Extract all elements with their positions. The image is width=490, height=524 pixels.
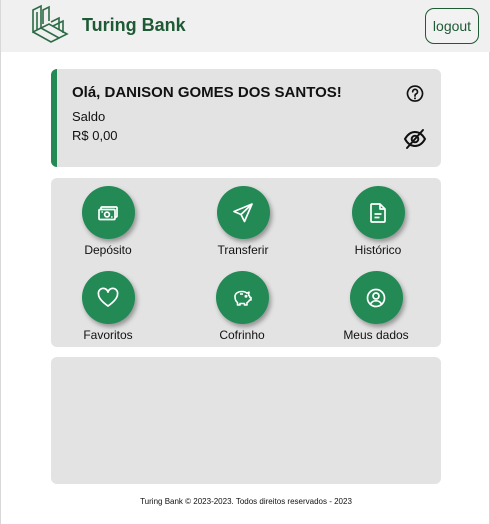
my-data-label: Meus dados: [343, 328, 409, 342]
balance-label: Saldo: [72, 109, 106, 124]
deposit-action[interactable]: Depósito: [53, 186, 163, 266]
actions-panel: Depósito Transferir Histórico Favoritos …: [51, 178, 441, 347]
piggy-bank-action[interactable]: Cofrinho: [187, 271, 297, 351]
document-icon: [370, 202, 386, 223]
footer-text: Turing Bank © 2023-2023. Todos direitos …: [140, 497, 352, 506]
favorites-action[interactable]: Favoritos: [53, 271, 163, 351]
money-icon: [98, 205, 118, 220]
transfer-button[interactable]: [216, 186, 270, 239]
logout-button[interactable]: logout: [425, 8, 479, 44]
deposit-label: Depósito: [84, 243, 132, 257]
turing-bank-logo-icon: [32, 4, 69, 43]
piggy-bank-icon: [234, 290, 252, 306]
eye-off-icon[interactable]: [403, 127, 427, 151]
transfer-action[interactable]: Transferir: [188, 186, 298, 266]
favorites-button[interactable]: [81, 271, 135, 324]
history-button[interactable]: [351, 186, 405, 239]
favorites-label: Favoritos: [83, 328, 133, 342]
piggy-bank-button[interactable]: [215, 271, 269, 324]
piggy-bank-label: Cofrinho: [219, 328, 265, 342]
history-action[interactable]: Histórico: [323, 186, 433, 266]
content-panel: [51, 357, 441, 484]
my-data-action[interactable]: Meus dados: [321, 271, 431, 351]
brand-title: Turing Bank: [82, 15, 186, 35]
help-icon[interactable]: [405, 84, 425, 104]
transfer-label: Transferir: [217, 243, 269, 257]
user-circle-icon: [366, 288, 386, 307]
history-label: Histórico: [354, 243, 402, 257]
balance-value: R$ 0,00: [72, 128, 118, 143]
top-header: Turing Bank logout: [1, 0, 490, 52]
my-data-button[interactable]: [349, 271, 403, 324]
deposit-button[interactable]: [81, 186, 135, 239]
greeting-text: Olá, DANISON GOMES DOS SANTOS!: [72, 84, 342, 101]
balance-card: Olá, DANISON GOMES DOS SANTOS! Saldo R$ …: [51, 69, 441, 167]
send-icon: [233, 202, 253, 222]
heart-icon: [97, 287, 119, 307]
